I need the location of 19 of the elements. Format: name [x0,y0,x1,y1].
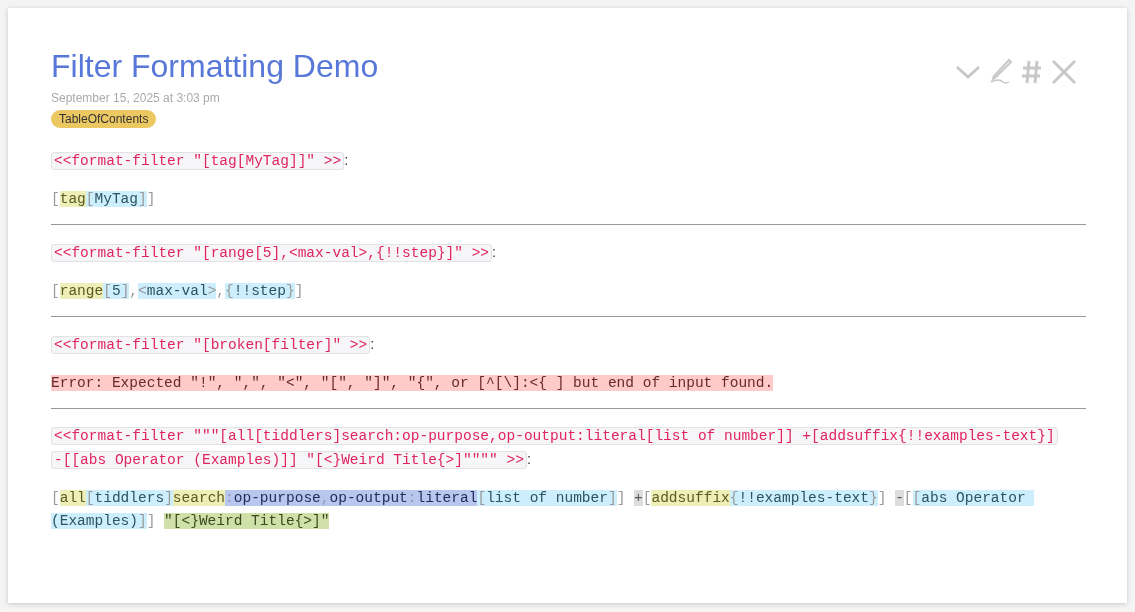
tiddler-title: Filter Formatting Demo [51,47,379,86]
pencil-icon[interactable] [989,58,1013,86]
colon-text: : [492,244,497,260]
close-icon[interactable] [1051,59,1077,85]
error-message: Error: Expected "!", ",", "<", "[", "]", "{", or [^[\]:<{ ] but end of input found. [51,374,775,393]
colon-text: : [344,152,349,168]
colon-text: : [370,336,375,352]
macro-code: <<format-filter "[broken[filter]" >> [51,336,371,354]
macro-code: <<format-filter """[all[tiddlers]search:op-purpose,op-output:literal[list of number]] +[addsuffix{!!examples-text}] [51,427,1058,445]
tag-pill[interactable]: TableOfContents [51,110,157,128]
macro-code: <<format-filter "[range[5],<max-val>,{!!step}]" >> [51,244,493,262]
macro-code: <<format-filter "[tag[MyTag]]" >> [51,152,345,170]
formatted-filter: [range[5],<max-val>,{!!step}] [51,282,305,301]
chevron-down-icon[interactable] [955,64,981,80]
formatted-filter: [tag[MyTag]] [51,190,157,209]
modified-date: September 15, 2025 at 3:03 pm [51,91,221,105]
colon-text: : [526,451,531,467]
macro-code: -[[abs Operator (Examples)]] "[<}Weird Title{>]"""" >> [51,451,527,469]
hash-icon[interactable] [1021,59,1043,85]
